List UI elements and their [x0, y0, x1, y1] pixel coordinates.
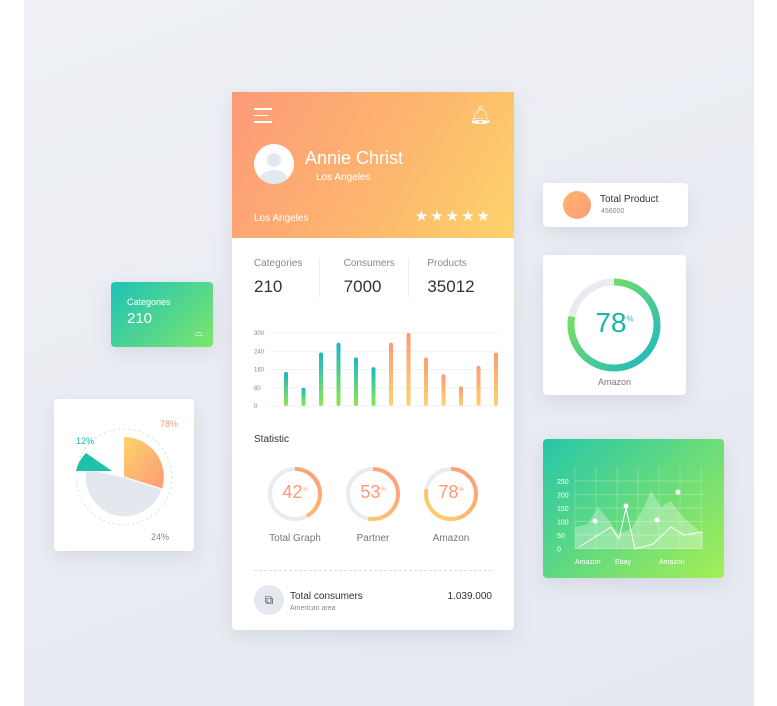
inbox-icon: ⌓ [195, 328, 203, 339]
statistic-title: Statistic [254, 434, 290, 445]
stat-label: Consumers [343, 258, 395, 269]
stat-value: 35012 [427, 277, 475, 296]
profile-location: Los Angeles [254, 213, 309, 224]
y-tick-label: 200 [557, 493, 569, 500]
data-point [623, 503, 629, 509]
area-chart: 250 200 150 100 50 0 Amazon Ebay Amazon [557, 467, 704, 566]
stats-row: Categories 210 Consumers 7000 Products 3501… [232, 238, 514, 297]
profile-subtitle: Los Angeles [316, 172, 371, 183]
pie-slice-12 [76, 453, 112, 471]
total-product-card[interactable]: Total Product 456000 [543, 183, 688, 227]
y-tick-label: 0 [557, 547, 561, 554]
y-tick-label: 50 [557, 533, 565, 540]
stat-consumers: Consumers 7000 [320, 258, 410, 297]
area-chart-card[interactable]: 250 200 150 100 50 0 Amazon Ebay Amazon [543, 439, 724, 578]
stat-label: Categories [254, 258, 303, 269]
y-tick-label: 150 [557, 506, 569, 513]
stat-categories: Categories 210 [254, 258, 320, 297]
bell-icon[interactable]: 🔔︎ [469, 105, 492, 126]
ring-amazon[interactable]: 78% [423, 466, 479, 522]
bar-chart: 300 240 160 80 0 [254, 331, 498, 410]
ring-unit: % [380, 487, 386, 493]
y-tick-label: 300 [254, 331, 265, 337]
footer-subtitle: American area [290, 605, 336, 612]
pie-label-78: 78% [160, 419, 178, 429]
ring-partner[interactable]: 53% [345, 466, 401, 522]
menu-icon[interactable] [254, 108, 272, 128]
x-tick-label: Ebay [615, 559, 631, 566]
y-tick-label: 80 [254, 386, 261, 392]
bar [494, 352, 498, 406]
ring-value: 53 [360, 482, 381, 502]
data-point [592, 518, 598, 524]
stat-value: 7000 [343, 277, 382, 296]
consumers-icon: ⧉ [254, 585, 284, 615]
y-tick-label: 250 [557, 479, 569, 486]
bar [354, 357, 358, 406]
ring-unit: % [458, 487, 464, 493]
amazon-unit: % [626, 314, 634, 324]
x-tick-label: Amazon [659, 559, 685, 566]
card-value: 210 [127, 310, 153, 327]
bar [459, 386, 463, 406]
stat-value: 210 [254, 277, 283, 296]
product-value: 456000 [601, 208, 625, 215]
ring-unit: % [302, 487, 308, 493]
profile-name: Annie Christ [305, 148, 404, 168]
amazon-value: 78 [595, 307, 627, 338]
phone-dashboard: 🔔︎ Annie Christ Los Angeles Los Angeles … [232, 92, 514, 630]
ring-label: Partner [356, 533, 390, 544]
bar [301, 387, 306, 406]
avatar [254, 144, 294, 184]
pie-chart: 78% 12% 24% [75, 419, 178, 542]
y-tick-label: 0 [254, 404, 258, 410]
y-tick-label: 100 [557, 520, 569, 527]
data-point [654, 517, 660, 523]
ring-value: 42 [282, 482, 303, 502]
bar [319, 352, 323, 406]
bar [424, 357, 428, 406]
bar [336, 342, 341, 406]
bar [284, 371, 288, 406]
pie-label-12: 12% [76, 436, 94, 446]
bar [441, 374, 446, 406]
pie-label-24: 24% [151, 532, 169, 542]
y-tick-label: 160 [254, 368, 265, 374]
product-title: Total Product [600, 194, 659, 205]
x-tick-label: Amazon [575, 559, 601, 566]
amazon-card[interactable]: 78% Amazon [543, 255, 686, 395]
bar [389, 342, 393, 406]
rating-stars: ★★★★★ [414, 208, 492, 225]
bar [406, 333, 411, 406]
card-label: Categories [127, 297, 171, 307]
stat-label: Products [427, 258, 467, 269]
profile-header: 🔔︎ Annie Christ Los Angeles Los Angeles … [232, 92, 514, 238]
ring-label: Amazon [432, 533, 470, 544]
data-point [675, 489, 681, 495]
amazon-label: Amazon [597, 377, 632, 387]
footer-value: 1.039.000 [447, 591, 493, 602]
stat-products: Products 35012 [409, 258, 492, 297]
y-tick-label: 240 [254, 349, 265, 355]
categories-card[interactable]: Categories 210 ⌓ [111, 282, 213, 347]
total-consumers-row[interactable]: ⧉ Total consumers American area 1.039.00… [254, 570, 492, 615]
pie-card[interactable]: 78% 12% 24% [54, 399, 194, 551]
ring-label: Total Graph [269, 533, 321, 544]
product-icon [563, 191, 591, 219]
ring-total-graph[interactable]: 42% [267, 466, 323, 522]
bar [371, 367, 376, 406]
bar [476, 365, 481, 406]
footer-title: Total consumers [290, 591, 363, 602]
ring-value: 78 [438, 482, 459, 502]
